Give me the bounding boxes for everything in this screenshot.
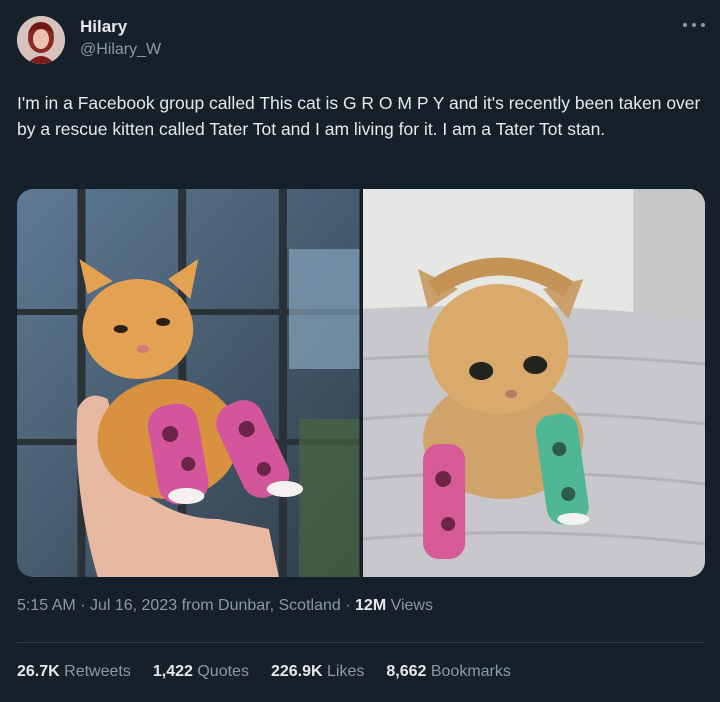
author-handle[interactable]: @Hilary_W [80, 41, 161, 59]
bookmarks-stat[interactable]: 8,662 Bookmarks [386, 663, 511, 681]
kitten-held-photo [17, 189, 360, 577]
divider [17, 642, 705, 643]
kitten-bed-photo [362, 189, 705, 577]
dot [701, 23, 705, 27]
bookmarks-count: 8,662 [386, 663, 427, 680]
dot [683, 23, 687, 27]
avatar[interactable] [17, 16, 65, 64]
engagement-stats: 26.7K Retweets 1,422 Quotes 226.9K Likes… [17, 663, 511, 681]
photo-right[interactable] [362, 189, 705, 577]
author-name[interactable]: Hilary [80, 17, 127, 37]
location-text: from Dunbar, Scotland [181, 597, 341, 614]
tweet-date[interactable]: Jul 16, 2023 [90, 597, 177, 614]
tweet-time[interactable]: 5:15 AM [17, 597, 76, 614]
meta-separator: · [80, 597, 90, 614]
likes-count: 226.9K [270, 663, 323, 680]
quotes-count: 1,422 [152, 663, 193, 680]
retweets-stat[interactable]: 26.7K Retweets [17, 663, 131, 681]
avatar-image [17, 16, 65, 64]
tweet-media [17, 189, 705, 577]
photo-left[interactable] [17, 189, 360, 577]
quotes-stat[interactable]: 1,422 Quotes [153, 663, 249, 681]
views-label: Views [390, 597, 433, 614]
tweet-text: I'm in a Facebook group called This cat … [17, 93, 701, 139]
retweets-count: 26.7K [17, 663, 60, 680]
dot [692, 23, 696, 27]
tweet-meta: 5:15 AM · Jul 16, 2023 from Dunbar, Scot… [17, 597, 433, 615]
retweets-label: Retweets [64, 663, 131, 680]
quotes-label: Quotes [197, 663, 249, 680]
meta-separator: · [345, 597, 356, 614]
views-count: 12M [355, 597, 387, 614]
likes-label: Likes [327, 663, 365, 680]
bookmarks-label: Bookmarks [430, 663, 511, 680]
likes-stat[interactable]: 226.9K Likes [271, 663, 364, 681]
more-options-icon[interactable] [683, 18, 705, 32]
tweet-location: from Dunbar, Scotland [182, 597, 341, 614]
